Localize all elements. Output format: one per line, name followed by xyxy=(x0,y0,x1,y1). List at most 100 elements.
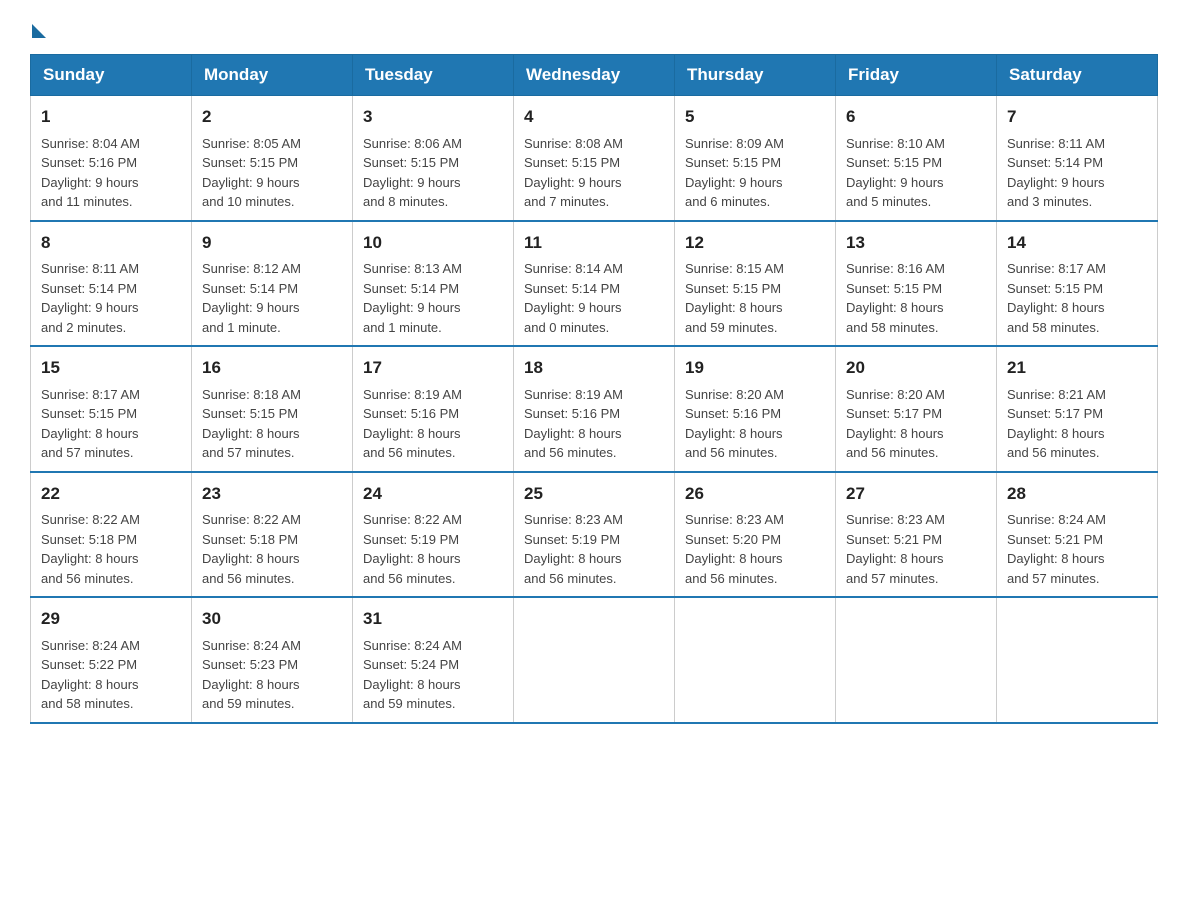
calendar-cell xyxy=(836,597,997,723)
day-info: Sunrise: 8:21 AMSunset: 5:17 PMDaylight:… xyxy=(1007,385,1147,463)
calendar-cell: 23 Sunrise: 8:22 AMSunset: 5:18 PMDayligh… xyxy=(192,472,353,598)
calendar-cell xyxy=(514,597,675,723)
calendar-cell: 9Sunrise: 8:12 AMSunset: 5:14 PMDaylight… xyxy=(192,221,353,347)
calendar-cell: 31 Sunrise: 8:24 AMSunset: 5:24 PMDayligh… xyxy=(353,597,514,723)
day-number: 29 xyxy=(41,606,181,632)
day-number: 27 xyxy=(846,481,986,507)
calendar-cell: 19 Sunrise: 8:20 AMSunset: 5:16 PMDayligh… xyxy=(675,346,836,472)
day-number: 6 xyxy=(846,104,986,130)
calendar-cell: 26 Sunrise: 8:23 AMSunset: 5:20 PMDayligh… xyxy=(675,472,836,598)
day-number: 3 xyxy=(363,104,503,130)
header-wednesday: Wednesday xyxy=(514,55,675,96)
day-number: 30 xyxy=(202,606,342,632)
day-info: Sunrise: 8:22 AMSunset: 5:18 PMDaylight:… xyxy=(202,510,342,588)
calendar-cell: 6Sunrise: 8:10 AMSunset: 5:15 PMDaylight… xyxy=(836,96,997,221)
day-number: 17 xyxy=(363,355,503,381)
calendar-week-1: 1 Sunrise: 8:04 AMSunset: 5:16 PMDaylight… xyxy=(31,96,1158,221)
day-info: Sunrise: 8:24 AMSunset: 5:22 PMDaylight:… xyxy=(41,636,181,714)
day-info: Sunrise: 8:19 AMSunset: 5:16 PMDaylight:… xyxy=(524,385,664,463)
calendar-cell xyxy=(997,597,1158,723)
calendar-table: SundayMondayTuesdayWednesdayThursdayFrid… xyxy=(30,54,1158,724)
calendar-cell: 5 Sunrise: 8:09 AMSunset: 5:15 PMDaylight… xyxy=(675,96,836,221)
day-info: Sunrise: 8:22 AMSunset: 5:18 PMDaylight:… xyxy=(41,510,181,588)
header-monday: Monday xyxy=(192,55,353,96)
calendar-cell: 17 Sunrise: 8:19 AMSunset: 5:16 PMDayligh… xyxy=(353,346,514,472)
calendar-cell: 18 Sunrise: 8:19 AMSunset: 5:16 PMDayligh… xyxy=(514,346,675,472)
day-info: Sunrise: 8:18 AMSunset: 5:15 PMDaylight:… xyxy=(202,385,342,463)
day-number: 13 xyxy=(846,230,986,256)
day-info: Sunrise: 8:06 AMSunset: 5:15 PMDaylight:… xyxy=(363,134,503,212)
day-info: Sunrise: 8:24 AMSunset: 5:24 PMDaylight:… xyxy=(363,636,503,714)
day-number: 28 xyxy=(1007,481,1147,507)
calendar-cell: 24Sunrise: 8:22 AMSunset: 5:19 PMDayligh… xyxy=(353,472,514,598)
calendar-cell: 28Sunrise: 8:24 AMSunset: 5:21 PMDayligh… xyxy=(997,472,1158,598)
day-info: Sunrise: 8:17 AMSunset: 5:15 PMDaylight:… xyxy=(41,385,181,463)
day-number: 20 xyxy=(846,355,986,381)
header-sunday: Sunday xyxy=(31,55,192,96)
day-number: 12 xyxy=(685,230,825,256)
day-number: 7 xyxy=(1007,104,1147,130)
day-info: Sunrise: 8:16 AMSunset: 5:15 PMDaylight:… xyxy=(846,259,986,337)
calendar-cell: 29 Sunrise: 8:24 AMSunset: 5:22 PMDayligh… xyxy=(31,597,192,723)
calendar-cell: 3 Sunrise: 8:06 AMSunset: 5:15 PMDaylight… xyxy=(353,96,514,221)
logo-arrow-icon xyxy=(32,24,46,38)
day-number: 23 xyxy=(202,481,342,507)
calendar-cell: 8Sunrise: 8:11 AMSunset: 5:14 PMDaylight… xyxy=(31,221,192,347)
calendar-cell: 27 Sunrise: 8:23 AMSunset: 5:21 PMDayligh… xyxy=(836,472,997,598)
calendar-cell: 13 Sunrise: 8:16 AMSunset: 5:15 PMDayligh… xyxy=(836,221,997,347)
calendar-cell: 7 Sunrise: 8:11 AMSunset: 5:14 PMDaylight… xyxy=(997,96,1158,221)
calendar-week-2: 8Sunrise: 8:11 AMSunset: 5:14 PMDaylight… xyxy=(31,221,1158,347)
calendar-header-row: SundayMondayTuesdayWednesdayThursdayFrid… xyxy=(31,55,1158,96)
day-info: Sunrise: 8:04 AMSunset: 5:16 PMDaylight:… xyxy=(41,134,181,212)
calendar-cell: 10 Sunrise: 8:13 AMSunset: 5:14 PMDayligh… xyxy=(353,221,514,347)
day-info: Sunrise: 8:09 AMSunset: 5:15 PMDaylight:… xyxy=(685,134,825,212)
day-number: 21 xyxy=(1007,355,1147,381)
day-number: 4 xyxy=(524,104,664,130)
day-info: Sunrise: 8:22 AMSunset: 5:19 PMDaylight:… xyxy=(363,510,503,588)
calendar-week-4: 22 Sunrise: 8:22 AMSunset: 5:18 PMDayligh… xyxy=(31,472,1158,598)
calendar-week-5: 29 Sunrise: 8:24 AMSunset: 5:22 PMDayligh… xyxy=(31,597,1158,723)
calendar-cell: 16 Sunrise: 8:18 AMSunset: 5:15 PMDayligh… xyxy=(192,346,353,472)
day-info: Sunrise: 8:23 AMSunset: 5:21 PMDaylight:… xyxy=(846,510,986,588)
day-info: Sunrise: 8:19 AMSunset: 5:16 PMDaylight:… xyxy=(363,385,503,463)
day-info: Sunrise: 8:15 AMSunset: 5:15 PMDaylight:… xyxy=(685,259,825,337)
day-number: 9 xyxy=(202,230,342,256)
day-info: Sunrise: 8:20 AMSunset: 5:17 PMDaylight:… xyxy=(846,385,986,463)
day-info: Sunrise: 8:20 AMSunset: 5:16 PMDaylight:… xyxy=(685,385,825,463)
day-info: Sunrise: 8:23 AMSunset: 5:20 PMDaylight:… xyxy=(685,510,825,588)
calendar-cell: 2Sunrise: 8:05 AMSunset: 5:15 PMDaylight… xyxy=(192,96,353,221)
header-friday: Friday xyxy=(836,55,997,96)
day-info: Sunrise: 8:24 AMSunset: 5:23 PMDaylight:… xyxy=(202,636,342,714)
day-info: Sunrise: 8:17 AMSunset: 5:15 PMDaylight:… xyxy=(1007,259,1147,337)
day-number: 8 xyxy=(41,230,181,256)
day-number: 5 xyxy=(685,104,825,130)
day-number: 31 xyxy=(363,606,503,632)
calendar-cell: 12 Sunrise: 8:15 AMSunset: 5:15 PMDayligh… xyxy=(675,221,836,347)
day-info: Sunrise: 8:23 AMSunset: 5:19 PMDaylight:… xyxy=(524,510,664,588)
day-number: 14 xyxy=(1007,230,1147,256)
day-number: 25 xyxy=(524,481,664,507)
calendar-cell xyxy=(675,597,836,723)
calendar-cell: 25 Sunrise: 8:23 AMSunset: 5:19 PMDayligh… xyxy=(514,472,675,598)
day-info: Sunrise: 8:08 AMSunset: 5:15 PMDaylight:… xyxy=(524,134,664,212)
header-thursday: Thursday xyxy=(675,55,836,96)
calendar-cell: 22 Sunrise: 8:22 AMSunset: 5:18 PMDayligh… xyxy=(31,472,192,598)
day-number: 1 xyxy=(41,104,181,130)
day-number: 16 xyxy=(202,355,342,381)
day-number: 10 xyxy=(363,230,503,256)
day-number: 2 xyxy=(202,104,342,130)
day-number: 11 xyxy=(524,230,664,256)
calendar-cell: 20 Sunrise: 8:20 AMSunset: 5:17 PMDayligh… xyxy=(836,346,997,472)
calendar-week-3: 15Sunrise: 8:17 AMSunset: 5:15 PMDayligh… xyxy=(31,346,1158,472)
day-number: 26 xyxy=(685,481,825,507)
calendar-cell: 15Sunrise: 8:17 AMSunset: 5:15 PMDayligh… xyxy=(31,346,192,472)
header-tuesday: Tuesday xyxy=(353,55,514,96)
header-saturday: Saturday xyxy=(997,55,1158,96)
day-number: 19 xyxy=(685,355,825,381)
day-number: 18 xyxy=(524,355,664,381)
day-number: 22 xyxy=(41,481,181,507)
day-info: Sunrise: 8:13 AMSunset: 5:14 PMDaylight:… xyxy=(363,259,503,337)
calendar-cell: 21 Sunrise: 8:21 AMSunset: 5:17 PMDayligh… xyxy=(997,346,1158,472)
page-header xyxy=(30,20,1158,34)
day-info: Sunrise: 8:11 AMSunset: 5:14 PMDaylight:… xyxy=(1007,134,1147,212)
